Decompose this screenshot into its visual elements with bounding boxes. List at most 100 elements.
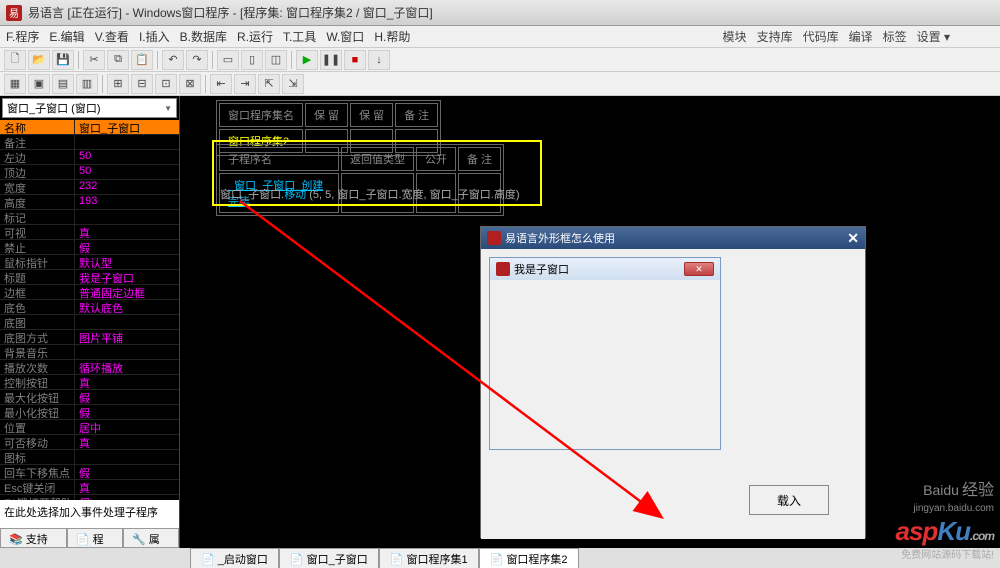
rmenu-settings[interactable]: 设置 ▾ <box>917 28 950 45</box>
tb2-1[interactable]: ▦ <box>4 74 26 94</box>
btab-set1[interactable]: 📄 窗口程序集1 <box>379 548 479 568</box>
tb-undo[interactable]: ↶ <box>162 50 184 70</box>
prop-val[interactable]: 假 <box>75 240 179 255</box>
prop-key[interactable]: 边框 <box>0 285 75 300</box>
tb-save[interactable]: 💾 <box>52 50 74 70</box>
prop-key[interactable]: 名称 <box>0 120 75 135</box>
prop-val[interactable]: 232 <box>75 180 179 195</box>
prop-val[interactable]: 50 <box>75 165 179 180</box>
prop-key[interactable]: 背景音乐 <box>0 345 75 360</box>
prop-key[interactable]: 标题 <box>0 270 75 285</box>
prop-key[interactable]: 宽度 <box>0 180 75 195</box>
code-editor[interactable]: 窗口程序集名 保 留 保 留 备 注 窗口程序集2 子程序名 返回值类型 公开 … <box>180 96 1000 548</box>
stab-props[interactable]: 🔧 属性 <box>123 528 179 548</box>
prop-key[interactable]: 回车下移焦点 <box>0 465 75 480</box>
prop-val[interactable]: 默认底色 <box>75 300 179 315</box>
tb2-5[interactable]: ⊞ <box>107 74 129 94</box>
run-window-close[interactable]: ✕ <box>847 230 859 247</box>
tb2-11[interactable]: ⇱ <box>258 74 280 94</box>
prop-key[interactable]: 鼠标指针 <box>0 255 75 270</box>
prop-val[interactable]: 真 <box>75 435 179 450</box>
rmenu-lib[interactable]: 支持库 <box>757 28 793 45</box>
menu-help[interactable]: H.帮助 <box>374 28 410 45</box>
menu-run[interactable]: R.运行 <box>237 28 273 45</box>
prop-key[interactable]: 标记 <box>0 210 75 225</box>
child-window[interactable]: 我是子窗口 ✕ <box>489 257 721 450</box>
prop-key[interactable]: 高度 <box>0 195 75 210</box>
prop-val[interactable] <box>75 345 179 360</box>
code-pre[interactable]: 窗口_子窗口. <box>220 189 284 201</box>
tb2-9[interactable]: ⇤ <box>210 74 232 94</box>
prop-val[interactable]: 真 <box>75 375 179 390</box>
load-button[interactable]: 载入 <box>749 485 829 515</box>
child-window-title[interactable]: 我是子窗口 ✕ <box>490 258 720 280</box>
prop-val[interactable] <box>75 135 179 150</box>
rmenu-compile[interactable]: 编译 <box>849 28 873 45</box>
run-window-title[interactable]: 易语言外形框怎么使用 ✕ <box>481 227 865 249</box>
child-window-close[interactable]: ✕ <box>684 262 714 276</box>
prop-key[interactable]: 播放次数 <box>0 360 75 375</box>
prop-val[interactable]: 我是子窗口 <box>75 270 179 285</box>
code-call[interactable]: 移动 <box>284 189 306 201</box>
tb2-10[interactable]: ⇥ <box>234 74 256 94</box>
tb-redo[interactable]: ↷ <box>186 50 208 70</box>
object-selector[interactable]: 窗口_子窗口 (窗口) <box>2 98 177 118</box>
prop-val[interactable] <box>75 210 179 225</box>
menu-tools[interactable]: T.工具 <box>283 28 316 45</box>
tb2-2[interactable]: ▣ <box>28 74 50 94</box>
tb2-3[interactable]: ▤ <box>52 74 74 94</box>
menu-window[interactable]: W.窗口 <box>326 28 364 45</box>
tb-step[interactable]: ↓ <box>368 50 390 70</box>
menu-view[interactable]: V.查看 <box>95 28 129 45</box>
prop-val[interactable]: 普通固定边框 <box>75 285 179 300</box>
rmenu-tags[interactable]: 标签 <box>883 28 907 45</box>
event-hint[interactable]: 在此处选择加入事件处理子程序 <box>0 500 179 528</box>
prop-key[interactable]: 最大化按钮 <box>0 390 75 405</box>
prop-val[interactable]: 50 <box>75 150 179 165</box>
rmenu-codelib[interactable]: 代码库 <box>803 28 839 45</box>
prop-key[interactable]: 可视 <box>0 225 75 240</box>
tb-cut[interactable]: ✂ <box>83 50 105 70</box>
prop-key[interactable]: 控制按钮 <box>0 375 75 390</box>
prop-val[interactable]: 循环播放 <box>75 360 179 375</box>
tb-c[interactable]: ◫ <box>265 50 287 70</box>
prop-val[interactable]: 窗口_子窗口 <box>75 120 179 135</box>
btab-set2[interactable]: 📄 窗口程序集2 <box>479 548 579 568</box>
prop-key[interactable]: 位置 <box>0 420 75 435</box>
tb2-12[interactable]: ⇲ <box>282 74 304 94</box>
tb2-4[interactable]: ▥ <box>76 74 98 94</box>
menu-program[interactable]: F.程序 <box>6 28 39 45</box>
tb-run[interactable]: ▶ <box>296 50 318 70</box>
menu-edit[interactable]: E.编辑 <box>49 28 84 45</box>
prop-key[interactable]: 可否移动 <box>0 435 75 450</box>
prop-val[interactable]: 假 <box>75 405 179 420</box>
tb-paste[interactable]: 📋 <box>131 50 153 70</box>
btab-child[interactable]: 📄 窗口_子窗口 <box>279 548 379 568</box>
prop-val[interactable]: 默认型 <box>75 255 179 270</box>
prop-key[interactable]: 顶边 <box>0 165 75 180</box>
tb-stop[interactable]: ■ <box>344 50 366 70</box>
tb-copy[interactable]: ⧉ <box>107 50 129 70</box>
prop-val[interactable]: 193 <box>75 195 179 210</box>
prop-key[interactable]: 底图方式 <box>0 330 75 345</box>
prop-val[interactable] <box>75 315 179 330</box>
prop-key[interactable]: 图标 <box>0 450 75 465</box>
prop-key[interactable]: 最小化按钮 <box>0 405 75 420</box>
prop-key[interactable]: 底色 <box>0 300 75 315</box>
run-window[interactable]: 易语言外形框怎么使用 ✕ 我是子窗口 ✕ 载入 <box>480 226 866 538</box>
btab-start[interactable]: 📄 _启动窗口 <box>190 548 279 568</box>
prop-val[interactable]: 图片平铺 <box>75 330 179 345</box>
prop-val[interactable]: 假 <box>75 390 179 405</box>
menu-database[interactable]: B.数据库 <box>180 28 227 45</box>
prop-val[interactable]: 假 <box>75 465 179 480</box>
prop-key[interactable]: Esc键关闭 <box>0 480 75 495</box>
tb-pause[interactable]: ❚❚ <box>320 50 342 70</box>
prop-key[interactable]: 禁止 <box>0 240 75 255</box>
tb2-8[interactable]: ⊠ <box>179 74 201 94</box>
menu-insert[interactable]: I.插入 <box>139 28 170 45</box>
prop-key[interactable]: 备注 <box>0 135 75 150</box>
tb-b[interactable]: ▯ <box>241 50 263 70</box>
stab-lib[interactable]: 📚 支持库 <box>0 528 67 548</box>
tb-a[interactable]: ▭ <box>217 50 239 70</box>
prop-val[interactable] <box>75 450 179 465</box>
